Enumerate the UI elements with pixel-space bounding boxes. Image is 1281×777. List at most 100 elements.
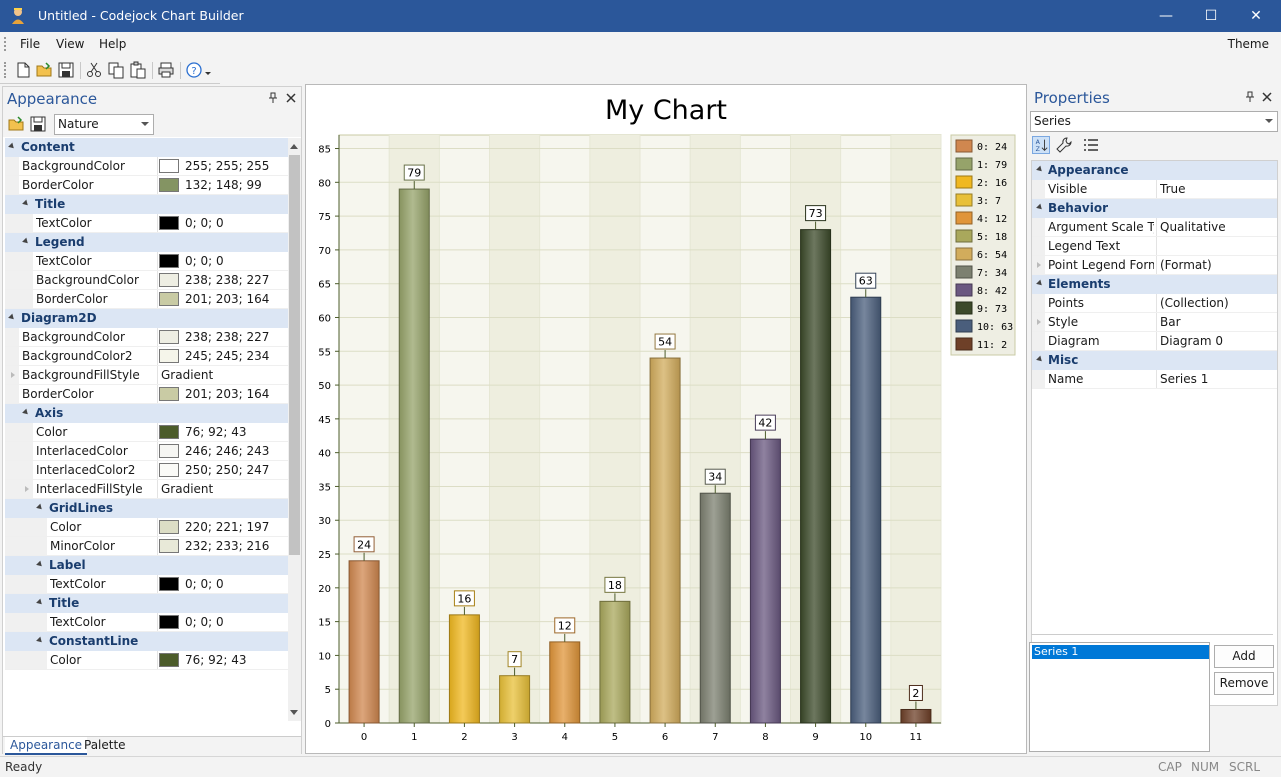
property-value[interactable]: 255; 255; 255 <box>185 159 269 173</box>
add-series-button[interactable]: Add <box>1214 645 1274 668</box>
property-row[interactable]: Color 76; 92; 43 <box>5 651 288 670</box>
expand-triangle-icon[interactable] <box>1037 319 1041 325</box>
collapse-triangle-icon[interactable] <box>1036 355 1044 364</box>
category-row[interactable]: Legend <box>5 233 288 252</box>
close-icon[interactable] <box>285 92 297 104</box>
tab-palette[interactable]: Palette <box>79 737 131 755</box>
open-theme-icon[interactable] <box>7 115 25 133</box>
category-row[interactable]: Content <box>5 138 288 157</box>
collapse-triangle-icon[interactable] <box>1036 165 1044 174</box>
property-row[interactable]: BackgroundColor 238; 238; 227 <box>5 328 288 347</box>
chart-view[interactable]: My Chart 0 5 10 15 20 25 30 35 40 45 50 55 60 65 70 75 80… <box>305 84 1027 754</box>
property-value[interactable]: 220; 221; 197 <box>185 520 269 534</box>
property-row[interactable]: BorderColor 201; 203; 164 <box>5 290 288 309</box>
pin-icon[interactable] <box>267 92 279 104</box>
color-swatch[interactable] <box>159 387 179 401</box>
property-value[interactable]: Bar <box>1160 315 1181 329</box>
property-row[interactable]: Diagram Diagram 0 <box>1032 332 1277 351</box>
property-row[interactable]: Name Series 1 <box>1032 370 1277 389</box>
property-value[interactable]: 238; 238; 227 <box>185 330 269 344</box>
collapse-triangle-icon[interactable] <box>1036 279 1044 288</box>
color-swatch[interactable] <box>159 577 179 591</box>
property-value[interactable]: Gradient <box>161 482 213 496</box>
color-swatch[interactable] <box>159 444 179 458</box>
property-row[interactable]: BorderColor 132; 148; 99 <box>5 176 288 195</box>
property-value[interactable]: 246; 246; 243 <box>185 444 269 458</box>
expand-triangle-icon[interactable] <box>11 372 15 378</box>
category-row[interactable]: Misc <box>1032 351 1277 370</box>
print-icon[interactable] <box>157 61 175 79</box>
color-swatch[interactable] <box>159 539 179 553</box>
property-value[interactable]: Gradient <box>161 368 213 382</box>
collapse-triangle-icon[interactable] <box>22 237 30 246</box>
pin-icon[interactable] <box>1244 91 1256 103</box>
close-button[interactable]: ✕ <box>1233 0 1279 32</box>
property-row[interactable]: Points (Collection) <box>1032 294 1277 313</box>
menu-file[interactable]: File <box>20 37 40 51</box>
property-row[interactable]: BackgroundColor 255; 255; 255 <box>5 157 288 176</box>
property-row[interactable]: Legend Text <box>1032 237 1277 256</box>
property-value[interactable]: 132; 148; 99 <box>185 178 262 192</box>
property-value[interactable]: 238; 238; 227 <box>185 273 269 287</box>
menu-help[interactable]: Help <box>99 37 126 51</box>
collapse-triangle-icon[interactable] <box>8 313 16 322</box>
category-row[interactable]: ConstantLine <box>5 632 288 651</box>
color-swatch[interactable] <box>159 292 179 306</box>
property-value[interactable]: 0; 0; 0 <box>185 254 224 268</box>
sort-alphabetical-icon[interactable]: AZ <box>1032 136 1050 154</box>
color-swatch[interactable] <box>159 463 179 477</box>
collapse-triangle-icon[interactable] <box>36 503 44 512</box>
open-folder-icon[interactable] <box>35 61 53 79</box>
expand-triangle-icon[interactable] <box>1037 262 1041 268</box>
remove-series-button[interactable]: Remove <box>1214 672 1274 695</box>
property-row[interactable]: InterlacedColor2 250; 250; 247 <box>5 461 288 480</box>
save-theme-icon[interactable] <box>29 115 47 133</box>
collapse-triangle-icon[interactable] <box>22 408 30 417</box>
color-swatch[interactable] <box>159 178 179 192</box>
series-list-item[interactable]: Series 1 <box>1032 645 1209 659</box>
collapse-triangle-icon[interactable] <box>36 560 44 569</box>
category-row[interactable]: Appearance <box>1032 161 1277 180</box>
maximize-button[interactable]: ☐ <box>1188 0 1234 32</box>
property-row[interactable]: Color 76; 92; 43 <box>5 423 288 442</box>
property-row[interactable]: Color 220; 221; 197 <box>5 518 288 537</box>
collapse-triangle-icon[interactable] <box>1036 203 1044 212</box>
category-row[interactable]: Title <box>5 594 288 613</box>
category-row[interactable]: Diagram2D <box>5 309 288 328</box>
property-value[interactable]: 76; 92; 43 <box>185 653 247 667</box>
color-swatch[interactable] <box>159 653 179 667</box>
property-value[interactable]: 201; 203; 164 <box>185 292 269 306</box>
menu-view[interactable]: View <box>56 37 84 51</box>
color-swatch[interactable] <box>159 254 179 268</box>
new-file-icon[interactable] <box>14 61 32 79</box>
color-swatch[interactable] <box>159 159 179 173</box>
series-list[interactable]: Series 1 <box>1029 642 1210 752</box>
collapse-triangle-icon[interactable] <box>36 636 44 645</box>
color-swatch[interactable] <box>159 330 179 344</box>
property-value[interactable]: 0; 0; 0 <box>185 577 224 591</box>
property-row[interactable]: Style Bar <box>1032 313 1277 332</box>
collapse-triangle-icon[interactable] <box>8 142 16 151</box>
minimize-button[interactable]: — <box>1143 0 1189 32</box>
property-row[interactable]: BackgroundFillStyle Gradient <box>5 366 288 385</box>
category-row[interactable]: Behavior <box>1032 199 1277 218</box>
property-value[interactable]: 250; 250; 247 <box>185 463 269 477</box>
property-value[interactable]: True <box>1160 182 1186 196</box>
property-row[interactable]: Argument Scale Type Qualitative <box>1032 218 1277 237</box>
bar-chart[interactable]: My Chart05101520253035404550556065707580… <box>306 85 1026 753</box>
property-row[interactable]: Point Legend Format (Format) <box>1032 256 1277 275</box>
scroll-down-arrow[interactable] <box>290 710 298 715</box>
property-row[interactable]: BackgroundColor2 245; 245; 234 <box>5 347 288 366</box>
categorized-list-icon[interactable] <box>1082 136 1100 154</box>
property-row[interactable]: TextColor 0; 0; 0 <box>5 252 288 271</box>
property-row[interactable]: InterlacedColor 246; 246; 243 <box>5 442 288 461</box>
collapse-triangle-icon[interactable] <box>36 598 44 607</box>
scroll-up-arrow[interactable] <box>290 144 298 149</box>
property-value[interactable]: 0; 0; 0 <box>185 216 224 230</box>
scrollbar-thumb[interactable] <box>289 155 300 555</box>
wrench-icon[interactable] <box>1055 136 1073 154</box>
property-value[interactable]: 245; 245; 234 <box>185 349 269 363</box>
save-icon[interactable] <box>57 61 75 79</box>
property-value[interactable]: Qualitative <box>1160 220 1226 234</box>
expand-triangle-icon[interactable] <box>25 486 29 492</box>
